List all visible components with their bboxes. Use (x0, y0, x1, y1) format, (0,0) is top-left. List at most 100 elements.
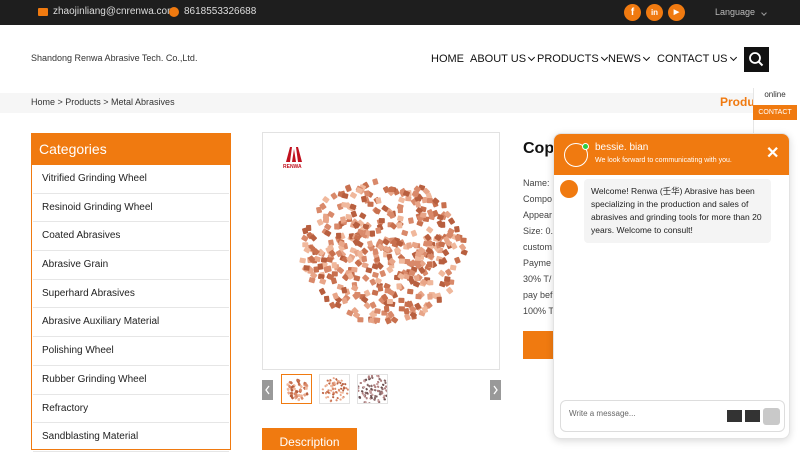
thumbnail-next-button[interactable] (490, 380, 501, 400)
agent-subtitle: We look forward to communicating with yo… (595, 157, 732, 164)
thumbnail-image (358, 375, 388, 403)
search-button[interactable] (744, 47, 769, 72)
nav-home[interactable]: HOME (431, 53, 464, 65)
pellet-shape (358, 389, 360, 392)
send-button[interactable] (763, 408, 780, 425)
nav-products[interactable]: PRODUCTS (537, 53, 608, 65)
category-item[interactable]: Rubber Grinding Wheel (33, 366, 229, 395)
category-item[interactable]: Superhard Abrasives (33, 280, 229, 309)
pellet-shape (398, 306, 405, 312)
pellet-shape (334, 387, 337, 390)
email-text[interactable]: zhaojinliang@cnrenwa.com (53, 6, 175, 17)
contact-tab[interactable]: CONTACT (753, 105, 797, 120)
pellet-shape (353, 275, 361, 282)
nav-contact[interactable]: CONTACT US (657, 53, 737, 65)
pellet-shape (326, 379, 329, 382)
product-image[interactable]: RENWA (262, 132, 500, 370)
nav-news[interactable]: NEWS (608, 53, 651, 65)
pellet-shape (357, 250, 363, 257)
phone-text[interactable]: 8618553326688 (184, 6, 256, 17)
pellet-shape (336, 396, 339, 400)
pellet-shape (426, 198, 433, 204)
category-item[interactable]: Resinoid Grinding Wheel (33, 194, 229, 223)
email-contact[interactable]: zhaojinliang@cnrenwa.com (38, 6, 175, 17)
nav-about[interactable]: ABOUT US (470, 53, 536, 65)
pellet-shape (341, 192, 349, 199)
phone-contact[interactable]: 8618553326688 (169, 6, 256, 17)
pellet-shape (381, 383, 385, 386)
pellet-shape (332, 387, 335, 391)
pellet-shape (321, 388, 324, 391)
facebook-icon[interactable]: f (624, 4, 641, 21)
spec-line: custom (523, 242, 553, 252)
pellet-shape (372, 271, 379, 279)
pellet-shape (406, 242, 413, 249)
pellet-shape (302, 242, 309, 248)
product-title: Cop (523, 140, 555, 157)
chevron-down-icon (600, 53, 608, 62)
pellet-shape (410, 229, 418, 237)
pellet-shape (362, 274, 370, 282)
bot-avatar (560, 180, 578, 198)
pellet-shape (387, 391, 388, 394)
thumbnail[interactable] (319, 374, 350, 404)
pellet-shape (398, 258, 405, 264)
pellet-shape (438, 259, 445, 265)
pellet-shape (289, 391, 294, 395)
pellet-shape (384, 288, 391, 294)
emoji-icon[interactable] (727, 410, 742, 422)
pellet-shape (384, 381, 387, 384)
category-item[interactable]: Polishing Wheel (33, 337, 229, 366)
thumbnail[interactable] (281, 374, 312, 404)
breadcrumb[interactable]: Home > Products > Metal Abrasives (31, 97, 175, 107)
pellet-shape (415, 293, 422, 300)
pellet-shape (405, 195, 412, 202)
pellet-shape (426, 240, 433, 247)
category-item[interactable]: Abrasive Grain (33, 251, 229, 280)
pellet-shape (370, 384, 373, 388)
pellet-shape (371, 289, 379, 296)
attachment-icon[interactable] (745, 410, 760, 422)
thumbnail-prev-button[interactable] (262, 380, 273, 400)
phone-icon (169, 6, 179, 17)
pellet-shape (441, 202, 447, 209)
chevron-left-icon (265, 385, 270, 395)
spec-line: 100% T (523, 306, 554, 316)
pellet-shape (383, 305, 390, 313)
pellet-shape (379, 270, 386, 278)
pellet-shape (346, 392, 349, 395)
linkedin-icon[interactable]: in (646, 4, 663, 21)
company-name[interactable]: Shandong Renwa Abrasive Tech. Co.,Ltd. (31, 53, 197, 63)
pellet-shape (339, 398, 342, 401)
category-item[interactable]: Refractory (33, 395, 229, 424)
message-input[interactable] (569, 409, 719, 418)
category-item[interactable]: Sandblasting Material (33, 423, 229, 452)
pellet-shape (332, 396, 335, 399)
online-status[interactable]: online (755, 88, 795, 102)
pellet-shape (349, 191, 358, 199)
pellet-shape (365, 396, 368, 400)
category-item[interactable]: Vitrified Grinding Wheel (33, 165, 229, 194)
pellet-shape (316, 218, 324, 226)
pellet-shape (383, 398, 386, 401)
youtube-icon[interactable]: ▶ (668, 4, 685, 21)
pellet-shape (372, 178, 379, 186)
language-selector[interactable]: Language (715, 7, 767, 17)
pellet-shape (398, 196, 406, 204)
pellet-shape (361, 255, 368, 263)
thumbnail-image (286, 378, 309, 402)
tab-description[interactable]: Description (262, 428, 357, 450)
pellet-shape (454, 226, 460, 233)
chevron-down-icon (760, 10, 767, 16)
thumbnail[interactable] (357, 374, 388, 404)
pellet-shape (351, 266, 358, 273)
category-item[interactable]: Abrasive Auxiliary Material (33, 308, 229, 338)
pellet-shape (321, 391, 325, 395)
close-icon[interactable]: ✕ (766, 146, 779, 162)
pellet-shape (354, 259, 362, 267)
pellet-shape (335, 232, 342, 239)
pellet-shape (318, 287, 326, 296)
nav-products-label: PRODUCTS (537, 53, 599, 65)
category-item[interactable]: Coated Abrasives (33, 222, 229, 252)
chevron-down-icon (729, 53, 737, 62)
